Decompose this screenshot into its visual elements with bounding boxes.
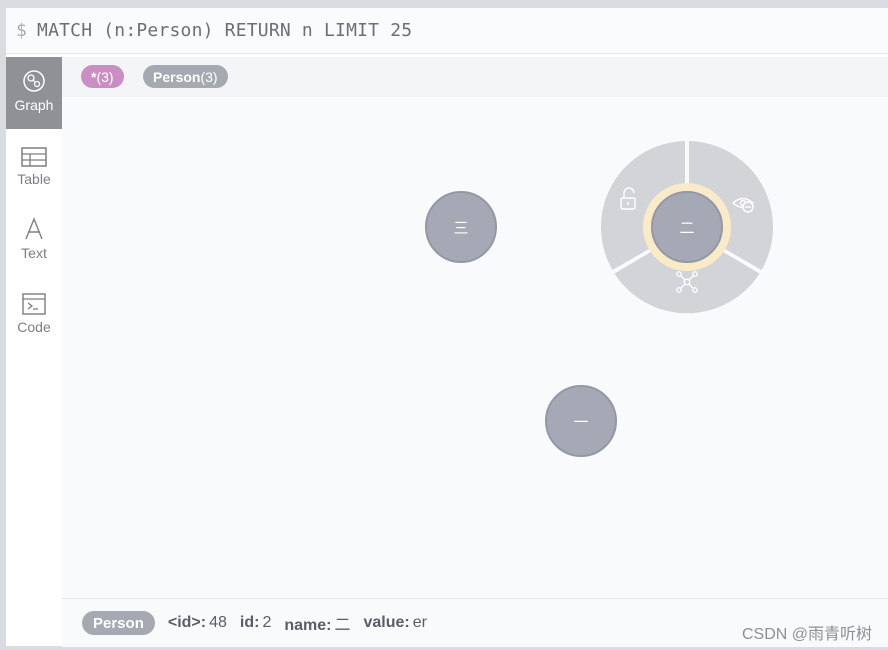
query-prompt: $ bbox=[16, 20, 28, 41]
node-caption: 三 bbox=[453, 219, 468, 237]
legend-person-count: (3) bbox=[200, 68, 218, 85]
legend-person-label[interactable]: Person (3) bbox=[143, 65, 228, 88]
table-view-button[interactable]: Table bbox=[6, 135, 62, 207]
legend-bar: * (3) Person (3) bbox=[62, 57, 888, 97]
prop-value: er bbox=[412, 614, 427, 631]
app-frame: $ MATCH (n:Person) RETURN n LIMIT 25 Gra… bbox=[6, 8, 888, 647]
graph-node[interactable]: 三 bbox=[425, 191, 497, 263]
status-prop-value: value: er bbox=[363, 614, 426, 632]
graph-canvas[interactable]: 三 二 一 bbox=[62, 97, 888, 597]
view-sidebar: Graph Table Text Code bbox=[6, 57, 62, 646]
code-view-label: Code bbox=[17, 319, 51, 335]
prop-value: 二 bbox=[334, 617, 351, 634]
code-icon bbox=[22, 293, 46, 315]
graph-node[interactable]: 一 bbox=[545, 385, 617, 457]
legend-person-name: Person bbox=[153, 68, 201, 85]
graph-icon bbox=[23, 70, 45, 92]
table-icon bbox=[21, 147, 47, 167]
table-view-label: Table bbox=[17, 171, 51, 187]
text-icon bbox=[25, 217, 43, 240]
status-prop-name: name: 二 bbox=[284, 611, 350, 635]
text-view-button[interactable]: Text bbox=[6, 205, 62, 277]
status-label-pill[interactable]: Person bbox=[82, 611, 155, 635]
prop-key: name: bbox=[284, 617, 332, 634]
node-caption: 一 bbox=[573, 413, 588, 431]
prop-value: 2 bbox=[262, 614, 272, 631]
graph-view-label: Graph bbox=[14, 97, 54, 113]
graph-view-button[interactable]: Graph bbox=[6, 57, 62, 129]
legend-all-count: (3) bbox=[96, 68, 114, 85]
visualization-panel: * (3) Person (3) 三 二 一 Person <id>: 48 i… bbox=[62, 57, 888, 647]
query-text[interactable]: MATCH (n:Person) RETURN n LIMIT 25 bbox=[37, 20, 412, 41]
node-caption: 二 bbox=[679, 219, 694, 237]
status-prop-id-internal: <id>: 48 bbox=[168, 614, 227, 632]
prop-key: id: bbox=[239, 614, 260, 631]
watermark: CSDN @雨青听树 bbox=[741, 626, 872, 643]
query-bar[interactable]: $ MATCH (n:Person) RETURN n LIMIT 25 bbox=[6, 8, 888, 54]
graph-node-selected[interactable]: 二 bbox=[651, 191, 723, 263]
legend-all-nodes[interactable]: * (3) bbox=[81, 65, 124, 88]
code-view-button[interactable]: Code bbox=[6, 281, 62, 353]
prop-key: value: bbox=[363, 614, 410, 631]
text-view-label: Text bbox=[21, 245, 47, 261]
prop-key: <id>: bbox=[167, 614, 207, 631]
prop-value: 48 bbox=[209, 614, 227, 631]
status-prop-id: id: 2 bbox=[240, 614, 271, 632]
